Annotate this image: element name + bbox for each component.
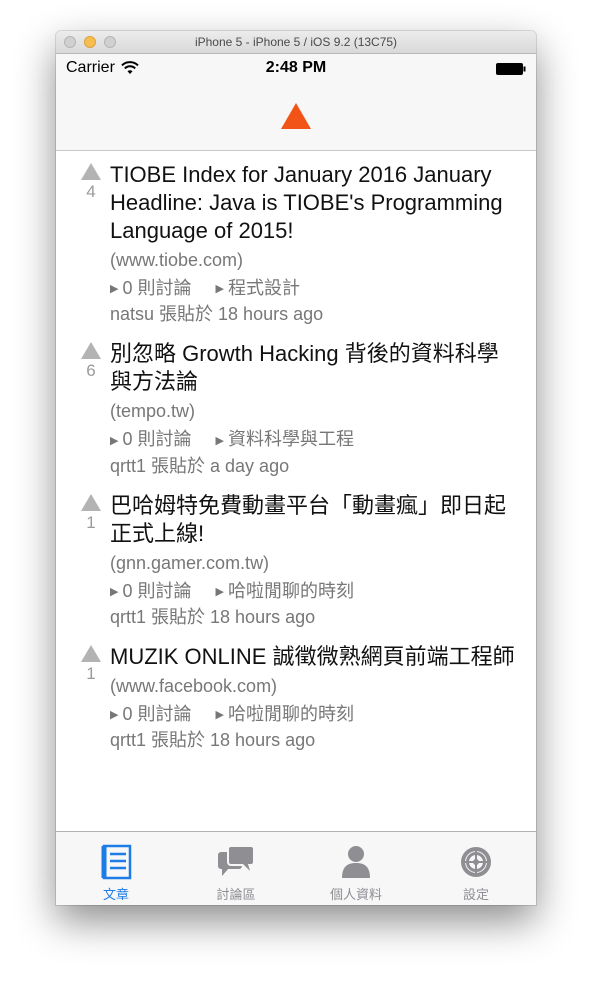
caret-right-icon: ▶: [215, 585, 224, 598]
minimize-window-button[interactable]: [84, 36, 96, 48]
category-label: 程式設計: [227, 278, 300, 298]
tab-label: 個人資料: [329, 887, 382, 902]
post-meta: ▶ 0 則討論 ▶ 資料科學與工程: [110, 427, 520, 452]
tab-settings[interactable]: 設定: [416, 832, 536, 905]
post-feed[interactable]: 4 TIOBE Index for January 2016 January H…: [56, 151, 536, 833]
vote-column: 1: [72, 643, 110, 752]
window-titlebar: iPhone 5 - iPhone 5 / iOS 9.2 (13C75): [56, 31, 536, 54]
post-title[interactable]: MUZIK ONLINE 誠徵微熟網頁前端工程師: [110, 643, 520, 671]
comments-count: 0 則討論: [122, 429, 192, 450]
comments-count: 0 則討論: [122, 703, 192, 724]
vote-column: 1: [72, 492, 110, 629]
caret-right-icon: ▶: [110, 585, 119, 598]
post-item[interactable]: 6 別忽略 Growth Hacking 背後的資料科學與方法論 (tempo.…: [56, 326, 536, 477]
post-item[interactable]: 4 TIOBE Index for January 2016 January H…: [56, 151, 536, 326]
battery-icon: [496, 63, 526, 75]
status-bar: Carrier 2:48 PM: [56, 54, 536, 82]
post-byline: natsu 張貼於 18 hours ago: [110, 304, 324, 325]
category-link[interactable]: ▶ 資料科學與工程: [215, 427, 353, 452]
simulator-window: iPhone 5 - iPhone 5 / iOS 9.2 (13C75) Ca…: [56, 31, 536, 905]
post-domain: (gnn.gamer.com.tw): [110, 552, 270, 573]
profile-icon: [342, 846, 370, 878]
post-domain: (tempo.tw): [110, 401, 196, 422]
caret-right-icon: ▶: [215, 709, 224, 721]
post-title[interactable]: 巴哈姆特免費動畫平台「動畫瘋」即日起正式上線!: [110, 492, 520, 548]
window-title: iPhone 5 - iPhone 5 / iOS 9.2 (13C75): [194, 35, 398, 49]
upvote-arrow-icon[interactable]: [81, 163, 101, 180]
post-item[interactable]: 1 巴哈姆特免費動畫平台「動畫瘋」即日起正式上線! (gnn.gamer.com…: [56, 478, 536, 629]
tab-articles[interactable]: 文章: [56, 832, 176, 905]
comments-link[interactable]: ▶ 0 則討論: [110, 579, 191, 604]
category-label: 哈啦閒聊的時刻: [227, 703, 354, 724]
upvote-arrow-icon[interactable]: [81, 644, 101, 662]
comments-link[interactable]: ▶ 0 則討論: [110, 702, 191, 727]
navigation-bar: [56, 82, 536, 151]
post-title[interactable]: TIOBE Index for January 2016 January Hea…: [110, 161, 520, 245]
tab-label: 設定: [462, 887, 489, 902]
post-domain: (www.tiobe.com): [110, 250, 244, 270]
settings-icon: [461, 847, 491, 877]
post-domain: (www.facebook.com): [110, 675, 278, 696]
comments-link[interactable]: ▶ 0 則討論: [110, 276, 191, 301]
vote-count: 1: [86, 663, 96, 683]
post-byline: qrtt1 張貼於 18 hours ago: [110, 606, 316, 627]
comments-count: 0 則討論: [122, 278, 192, 298]
comments-link[interactable]: ▶ 0 則討論: [110, 427, 191, 452]
post-meta: ▶ 0 則討論 ▶ 哈啦閒聊的時刻: [110, 702, 520, 727]
category-label: 資料科學與工程: [227, 429, 354, 450]
caret-right-icon: ▶: [110, 283, 119, 296]
upvote-logo-icon[interactable]: [281, 103, 311, 129]
comments-count: 0 則討論: [122, 580, 192, 601]
category-link[interactable]: ▶ 哈啦閒聊的時刻: [215, 579, 353, 604]
post-title[interactable]: 別忽略 Growth Hacking 背後的資料科學與方法論: [110, 340, 520, 396]
vote-count: 1: [86, 512, 96, 532]
caret-right-icon: ▶: [110, 709, 119, 721]
caret-right-icon: ▶: [215, 434, 224, 447]
post-meta: ▶ 0 則討論 ▶ 程式設計: [110, 276, 520, 301]
upvote-arrow-icon[interactable]: [81, 493, 101, 511]
vote-count: 6: [86, 361, 96, 381]
tab-label: 文章: [102, 887, 129, 902]
articles-icon: [101, 844, 132, 880]
vote-column: 4: [72, 161, 110, 326]
caret-right-icon: ▶: [110, 434, 119, 447]
category-link[interactable]: ▶ 哈啦閒聊的時刻: [215, 702, 353, 727]
upvote-arrow-icon[interactable]: [81, 342, 101, 360]
post-byline: qrtt1 張貼於 18 hours ago: [110, 730, 316, 750]
post-byline: qrtt1 張貼於 a day ago: [110, 455, 290, 476]
tab-bar: 文章 討論區 個人資料 設定: [56, 831, 536, 905]
category-label: 哈啦閒聊的時刻: [227, 580, 354, 601]
vote-column: 6: [72, 340, 110, 477]
close-window-button[interactable]: [64, 36, 76, 48]
maximize-window-button[interactable]: [104, 36, 116, 48]
discussion-icon: [218, 845, 255, 876]
tab-discussion[interactable]: 討論區: [176, 832, 296, 905]
tab-label: 討論區: [216, 887, 256, 902]
caret-right-icon: ▶: [215, 283, 224, 296]
post-item[interactable]: 1 MUZIK ONLINE 誠徵微熟網頁前端工程師 (www.facebook…: [56, 629, 536, 752]
status-time: 2:48 PM: [265, 59, 327, 76]
window-controls: [64, 36, 116, 48]
post-meta: ▶ 0 則討論 ▶ 哈啦閒聊的時刻: [110, 579, 520, 604]
tab-profile[interactable]: 個人資料: [296, 832, 416, 905]
category-link[interactable]: ▶ 程式設計: [215, 276, 299, 301]
vote-count: 4: [86, 182, 96, 201]
